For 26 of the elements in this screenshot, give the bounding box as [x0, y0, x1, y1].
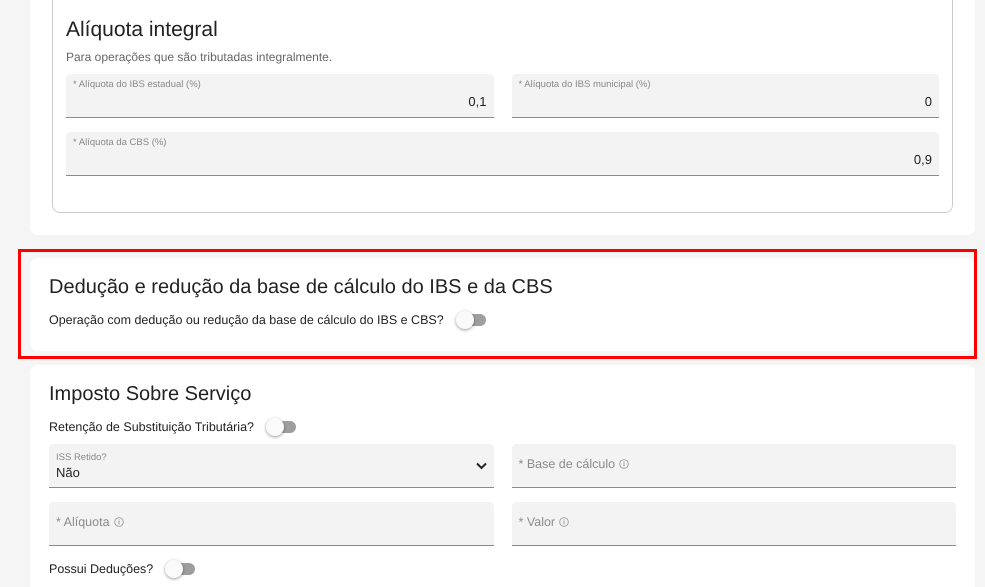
- toggle-switch[interactable]: [266, 418, 296, 436]
- input-field[interactable]: * Alíquota da CBS (%) 0,9: [66, 132, 939, 176]
- toggle-switch[interactable]: [165, 560, 196, 578]
- input-field[interactable]: * Alíquota do IBS municipal (%) 0: [512, 74, 939, 118]
- field-value: Não: [56, 464, 81, 480]
- field-value: 0: [924, 94, 932, 109]
- section-title: Imposto Sobre Serviço: [49, 383, 252, 406]
- field-placeholder: * Alíquota: [56, 515, 110, 529]
- toggle-switch[interactable]: [456, 311, 486, 329]
- field-value: 0,9: [912, 152, 932, 167]
- select-field[interactable]: ISS Retido? Não: [49, 444, 494, 488]
- field-label: * Alíquota da CBS (%): [73, 137, 168, 148]
- chevron-down-icon: [476, 462, 486, 470]
- field-label: ISS Retido?: [56, 452, 107, 462]
- section-title: Dedução e redução da base de cálculo do IBS e da CBS: [49, 276, 554, 299]
- input-field[interactable]: * Alíquota do IBS estadual (%) 0,1: [66, 74, 494, 118]
- section-title: Alíquota integral: [66, 18, 219, 42]
- field-label: * Alíquota do IBS estadual (%): [73, 79, 202, 90]
- field-placeholder: * Base de cálculo: [518, 457, 616, 471]
- field-label: * Alíquota do IBS municipal (%): [518, 79, 652, 90]
- section-description: Para operações que são tributadas integralmente.: [66, 50, 334, 64]
- field-placeholder: * Valor: [518, 515, 556, 529]
- field-value: 0,1: [467, 94, 486, 109]
- toggle-label: Possui Deduções?: [49, 562, 154, 576]
- toggle-label: Operação com dedução ou redução da base de cálculo do IBS e CBS?: [49, 313, 444, 327]
- toggle-label: Retenção de Substituição Tributária?: [49, 420, 254, 434]
